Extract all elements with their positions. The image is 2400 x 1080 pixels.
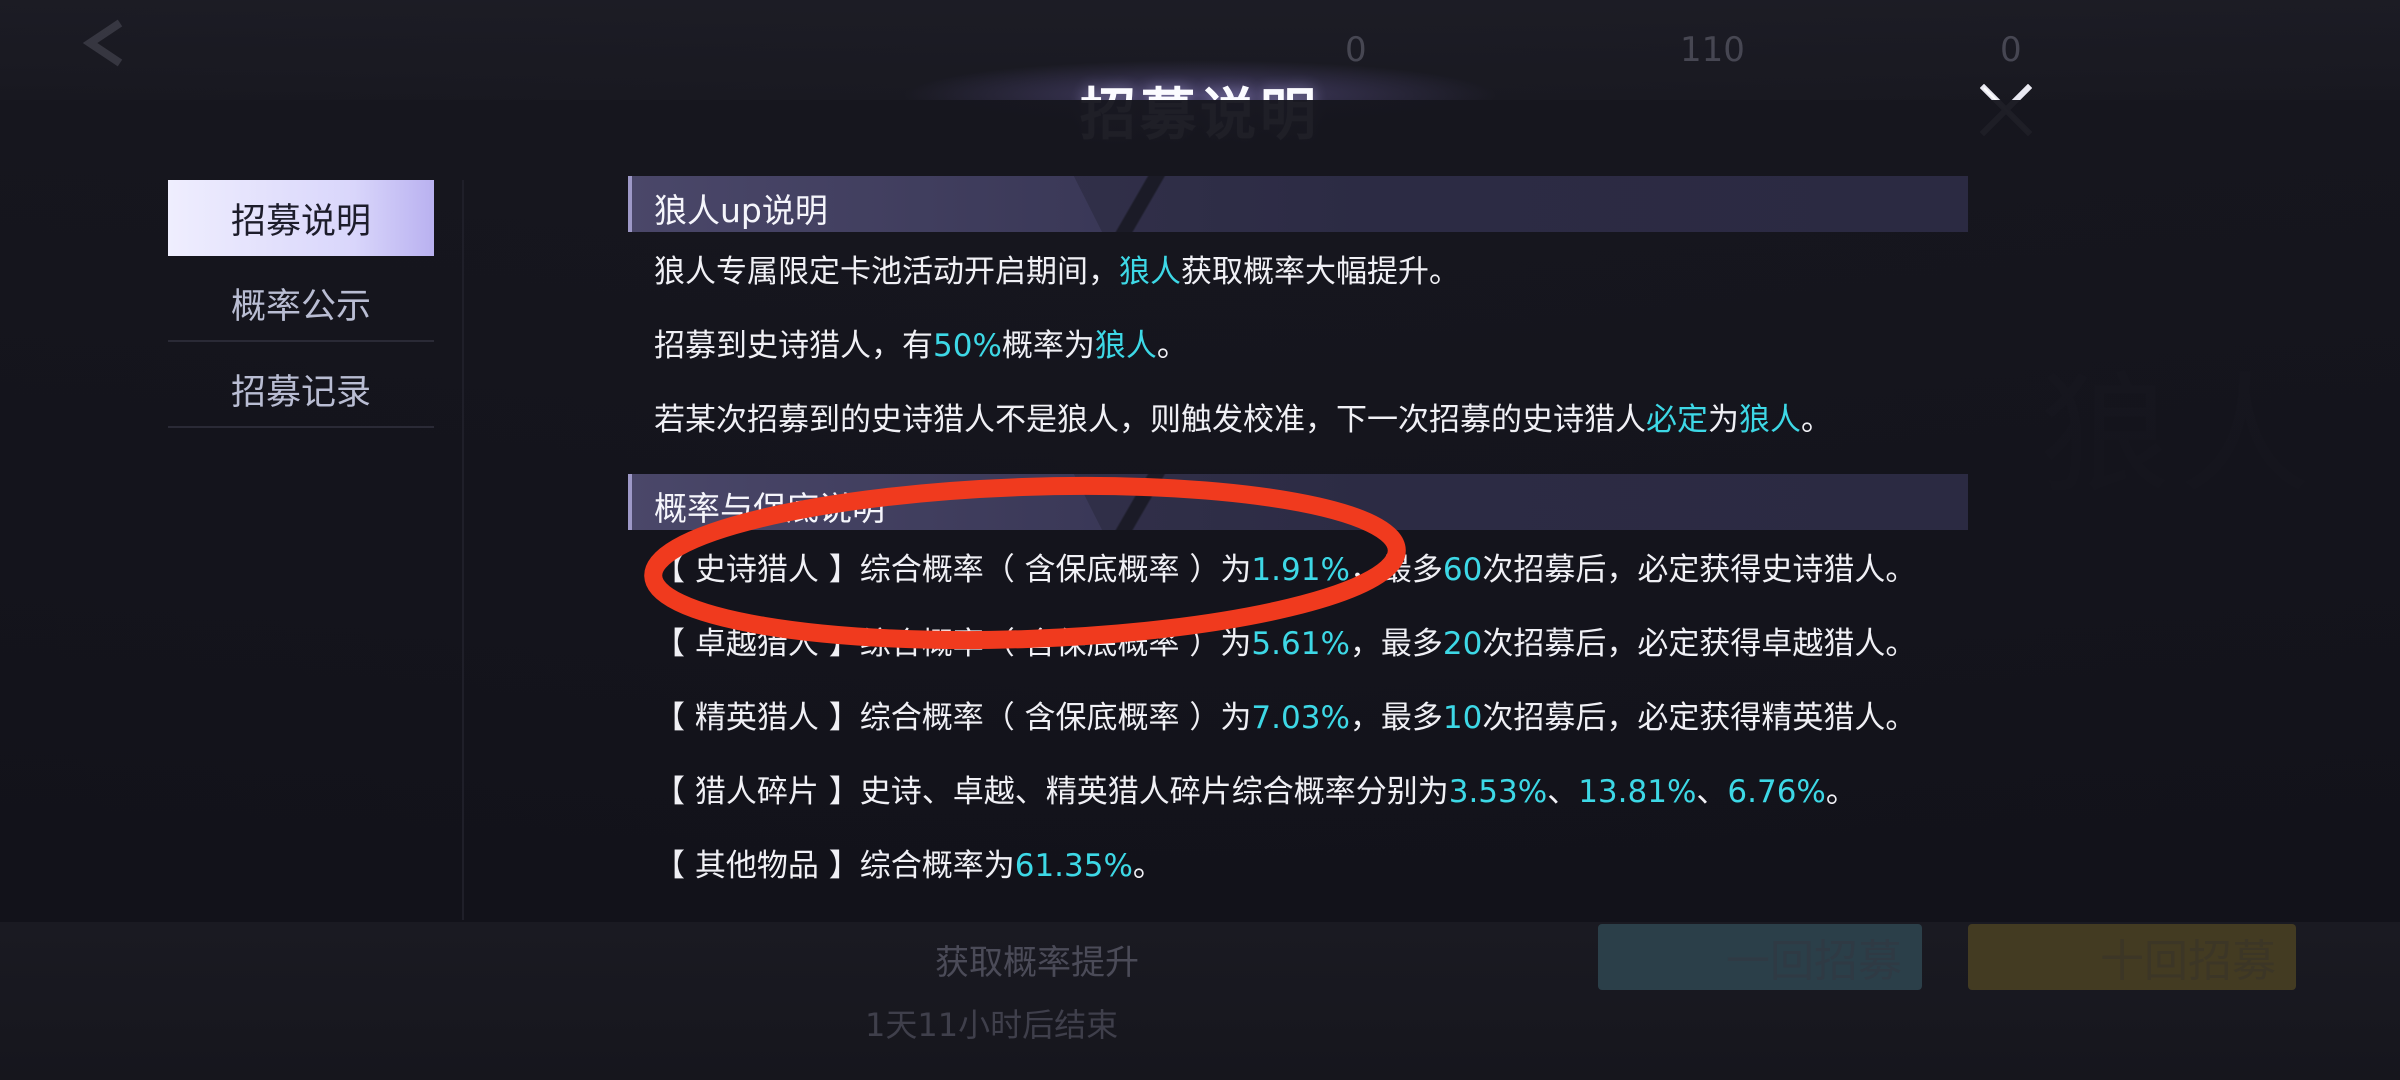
highlight-text: 3.53% xyxy=(1448,774,1548,810)
text: 、 xyxy=(1696,774,1728,810)
text: ，最多 xyxy=(1349,700,1443,736)
resource-count-3: 0 xyxy=(2000,30,2022,70)
text: 【 其他物品 】综合概率为 xyxy=(654,848,1015,884)
highlight-text: 13.81% xyxy=(1578,774,1697,810)
tab-probability[interactable]: 概率公示 xyxy=(168,266,434,342)
recruit-once-button: 一回招募 xyxy=(1598,924,1922,990)
text: 为 xyxy=(1708,402,1739,438)
highlight-text: 5.61% xyxy=(1251,626,1350,662)
highlight-text: 狼人 xyxy=(1739,402,1801,438)
tab-recruit-info[interactable]: 招募说明 xyxy=(168,180,434,256)
highlight-text: 狼人 xyxy=(1119,254,1181,290)
up-paragraph-2: 招募到史诗猎人，有50%概率为狼人。 xyxy=(654,326,1968,366)
left-nav: 招募说明 概率公示 招募记录 xyxy=(168,180,434,438)
background-timer-text: 1天11小时后结束 xyxy=(865,1006,1119,1044)
content-panel: 狼人up说明 狼人专属限定卡池活动开启期间，狼人获取概率大幅提升。 招募到史诗猎… xyxy=(628,176,1968,920)
text: 。 xyxy=(1825,774,1857,810)
text: 次招募后，必定获得史诗猎人。 xyxy=(1482,552,1917,588)
highlight-text: 20 xyxy=(1442,626,1483,662)
text: 次招募后，必定获得精英猎人。 xyxy=(1482,700,1917,736)
section-slash xyxy=(1102,176,1182,232)
text: 次招募后，必定获得卓越猎人。 xyxy=(1482,626,1917,662)
text: 获取概率大幅提升。 xyxy=(1181,254,1460,290)
section-slash xyxy=(1102,474,1182,530)
section-title-up: 狼人up说明 xyxy=(654,191,828,230)
highlight-text: 1.91% xyxy=(1251,552,1350,588)
highlight-text: 60 xyxy=(1442,552,1483,588)
tab-recruit-history[interactable]: 招募记录 xyxy=(168,352,434,428)
prob-row-other: 【 其他物品 】综合概率为61.35%。 xyxy=(654,846,1968,886)
up-paragraph-1: 狼人专属限定卡池活动开启期间，狼人获取概率大幅提升。 xyxy=(654,252,1968,292)
text: 狼人专属限定卡池活动开启期间， xyxy=(654,254,1119,290)
highlight-text: 7.03% xyxy=(1251,700,1350,736)
text: 【 猎人碎片 】史诗、卓越、精英猎人碎片综合概率分别为 xyxy=(654,774,1449,810)
text: ，最多 xyxy=(1349,552,1443,588)
text: 。 xyxy=(1156,328,1188,364)
prob-row-shards: 【 猎人碎片 】史诗、卓越、精英猎人碎片综合概率分别为3.53%、13.81%、… xyxy=(654,772,1968,812)
highlight-text: 10 xyxy=(1442,700,1483,736)
section-title-prob: 概率与保底说明 xyxy=(654,489,885,528)
prob-row-epic: 【 史诗猎人 】综合概率（ 含保底概率 ）为1.91%，最多60次招募后，必定获… xyxy=(654,550,1968,590)
text: 概率为 xyxy=(1001,328,1095,364)
prob-row-excellent: 【 卓越猎人 】综合概率（ 含保底概率 ）为5.61%，最多20次招募后，必定获… xyxy=(654,624,1968,664)
text: ，最多 xyxy=(1349,626,1443,662)
section-header-prob: 概率与保底说明 xyxy=(628,474,1968,530)
text: 。 xyxy=(1801,402,1832,438)
highlight-text: 61.35% xyxy=(1014,848,1133,884)
back-arrow-icon xyxy=(82,19,123,67)
recruit-ten-button: 十回招募 xyxy=(1968,924,2296,990)
highlight-text: 50% xyxy=(933,328,1002,364)
highlight-text: 必定 xyxy=(1646,402,1708,438)
background-rate-up-text: 获取概率提升 xyxy=(935,943,1139,983)
section-header-up: 狼人up说明 xyxy=(628,176,1968,232)
text: 【 史诗猎人 】综合概率（ 含保底概率 ）为 xyxy=(654,552,1252,588)
text: 、 xyxy=(1547,774,1579,810)
text: 若某次招募到的史诗猎人不是狼人，则触发校准，下一次招募的史诗猎人 xyxy=(654,402,1646,438)
prob-row-elite: 【 精英猎人 】综合概率（ 含保底概率 ）为7.03%，最多10次招募后，必定获… xyxy=(654,698,1968,738)
highlight-text: 狼人 xyxy=(1094,328,1157,364)
text: 招募到史诗猎人，有 xyxy=(654,328,933,364)
highlight-text: 6.76% xyxy=(1727,774,1826,810)
text: 【 卓越猎人 】综合概率（ 含保底概率 ）为 xyxy=(654,626,1252,662)
nav-divider xyxy=(462,180,464,920)
text: 。 xyxy=(1132,848,1164,884)
resource-count-2: 110 xyxy=(1680,30,1745,70)
text: 【 精英猎人 】综合概率（ 含保底概率 ）为 xyxy=(654,700,1252,736)
up-paragraph-3: 若某次招募到的史诗猎人不是狼人，则触发校准，下一次招募的史诗猎人必定为狼人。 xyxy=(654,400,1968,440)
